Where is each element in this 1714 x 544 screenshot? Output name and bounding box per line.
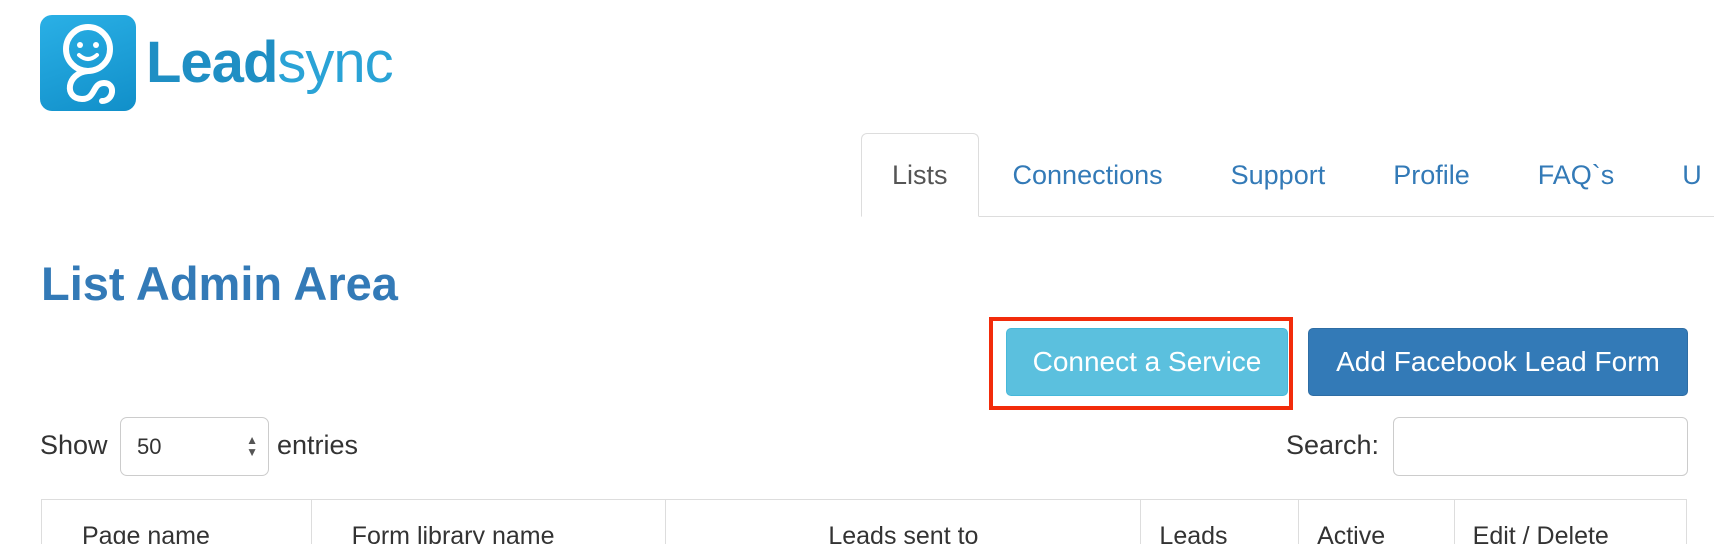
tab-truncated[interactable]: U [1648,134,1714,216]
page: Leadsync Lists Connections Support Profi… [0,0,1714,544]
smiley-person-icon [40,15,136,111]
show-label: Show [40,430,108,460]
tab-profile[interactable]: Profile [1359,134,1504,216]
main-nav-tabs: Lists Connections Support Profile FAQ`s … [861,132,1714,217]
logo-wordmark: Leadsync [146,34,394,92]
logo-text-lead: Lead [146,30,278,95]
tab-faqs[interactable]: FAQ`s [1504,134,1649,216]
add-facebook-lead-form-button[interactable]: Add Facebook Lead Form [1308,328,1688,396]
entries-length-value: 50 [137,433,162,459]
column-header-leads-sent-to[interactable]: Leads sent to [665,499,1142,544]
search-label: Search: [1286,430,1380,460]
tab-connections[interactable]: Connections [979,134,1197,216]
select-arrows-icon: ▲ ▼ [246,433,258,459]
entries-length-select[interactable]: 50 ▲ ▼ [120,417,269,476]
column-header-form-library-name[interactable]: Form library name [310,499,667,544]
tab-lists[interactable]: Lists [861,133,979,217]
column-header-leads[interactable]: Leads [1140,499,1300,544]
table-header-row: Page name Form library name Leads sent t… [41,499,1688,544]
column-header-page-name[interactable]: Page name [41,499,312,544]
connect-service-button[interactable]: Connect a Service [1006,328,1288,396]
entries-label: entries [277,430,359,460]
leadsync-logo[interactable]: Leadsync [40,15,394,111]
tab-support[interactable]: Support [1197,134,1360,216]
column-header-active[interactable]: Active [1298,499,1455,544]
column-header-edit-delete[interactable]: Edit / Delete [1453,499,1688,544]
logo-text-sync: sync [277,30,393,95]
page-title: List Admin Area [41,257,398,310]
lists-table: Page name Form library name Leads sent t… [41,499,1688,544]
search-input[interactable] [1393,417,1688,476]
